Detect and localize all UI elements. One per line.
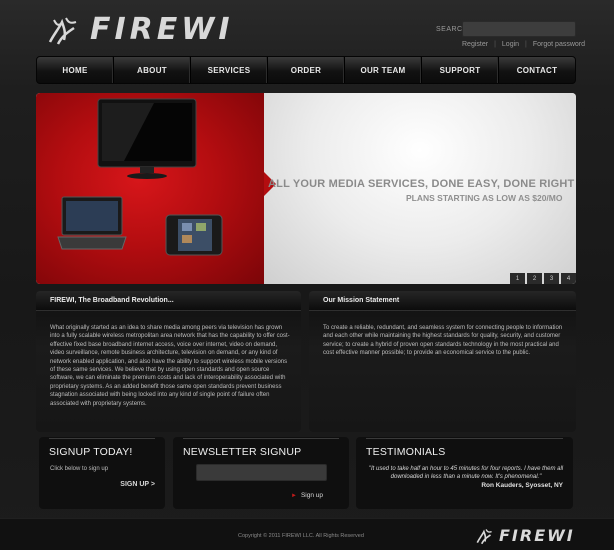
nav-support[interactable]: SUPPORT [422, 57, 499, 83]
pager-button[interactable]: 1 [510, 273, 525, 284]
login-link[interactable]: Login [502, 41, 519, 48]
testimonial-author: Ron Kauders, Syosset, NY [481, 482, 563, 489]
signup-link[interactable]: SIGN UP > [120, 481, 155, 488]
divider [183, 438, 339, 439]
divider [366, 438, 563, 439]
divider [49, 438, 155, 439]
nav-contact[interactable]: CONTACT [499, 57, 575, 83]
testimonials-title: TESTIMONIALS [366, 446, 446, 458]
tv-image [97, 98, 197, 179]
mission-panel: Our Mission Statement To create a reliab… [309, 291, 576, 432]
footer-logo[interactable]: FIREWI [474, 525, 575, 547]
newsletter-title: NEWSLETTER SIGNUP [183, 446, 302, 458]
link-separator: | [525, 41, 527, 48]
newsletter-signup-button[interactable]: ► Sign up [291, 492, 323, 499]
site-logo[interactable]: FIREWI [44, 12, 234, 48]
panel-title: Our Mission Statement [323, 297, 400, 304]
search-input[interactable] [462, 21, 576, 37]
logo-text: FIREWI [90, 12, 234, 47]
register-link[interactable]: Register [462, 41, 488, 48]
nav-home[interactable]: HOME [37, 57, 114, 83]
panel-body: To create a reliable, redundant, and sea… [323, 325, 563, 357]
pager-button[interactable]: 2 [527, 273, 542, 284]
link-separator: | [494, 41, 496, 48]
newsletter-signup-label: Sign up [300, 492, 323, 499]
footer-copyright: Copyright © 2011 FIREWI LLC. All Rights … [238, 533, 364, 539]
panel-title: FIREWI, The Broadband Revolution... [50, 297, 174, 304]
pager-button[interactable]: 3 [544, 273, 559, 284]
nav-services[interactable]: SERVICES [191, 57, 268, 83]
media-device-image [165, 214, 223, 256]
flame-logo-icon [476, 529, 492, 545]
arrow-right-icon: ► [291, 492, 297, 499]
nav-about[interactable]: ABOUT [114, 57, 191, 83]
newsletter-box: NEWSLETTER SIGNUP ► Sign up [173, 437, 349, 509]
about-panel: FIREWI, The Broadband Revolution... What… [36, 291, 301, 432]
flame-logo-icon [48, 17, 77, 45]
newsletter-email-input[interactable] [196, 464, 327, 481]
pager-button[interactable]: 4 [561, 273, 576, 284]
main-nav: HOME ABOUT SERVICES ORDER OUR TEAM SUPPO… [36, 56, 576, 84]
panel-body: What originally started as an idea to sh… [50, 325, 290, 407]
testimonials-box: TESTIMONIALS "It used to take half an ho… [356, 437, 573, 509]
testimonial-quote: "It used to take half an hour to 45 minu… [368, 466, 564, 480]
nav-order[interactable]: ORDER [268, 57, 345, 83]
signup-title: SIGNUP TODAY! [49, 446, 133, 458]
forgot-password-link[interactable]: Forgot password [533, 41, 585, 48]
laptop-image [57, 196, 127, 250]
signup-text: Click below to sign up [50, 466, 109, 472]
footer-logo-text: FIREWI [499, 526, 575, 545]
banner-pager: 1 2 3 4 [510, 273, 576, 284]
banner-subline: PLANS STARTING AS LOW AS $20/MO [406, 193, 563, 203]
footer: Copyright © 2011 FIREWI LLC. All Rights … [0, 518, 614, 550]
banner-headline: ALL YOUR MEDIA SERVICES, DONE EASY, DONE… [268, 178, 575, 190]
account-links: Register | Login | Forgot password [462, 41, 585, 48]
signup-box: SIGNUP TODAY! Click below to sign up SIG… [39, 437, 165, 509]
nav-our-team[interactable]: OUR TEAM [345, 57, 422, 83]
